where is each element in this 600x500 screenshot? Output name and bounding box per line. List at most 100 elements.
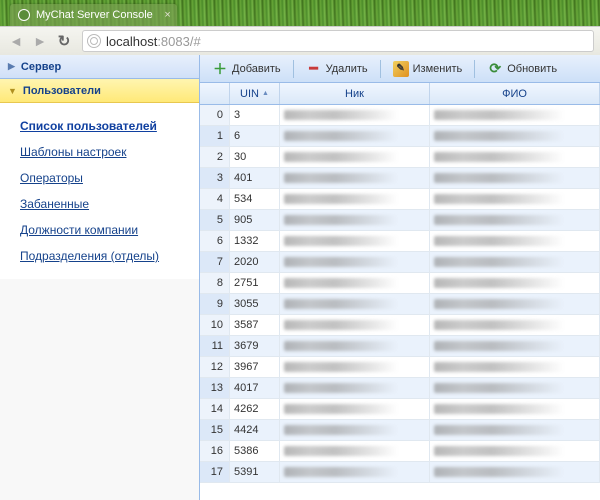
browser-chrome: MyChat Server Console × ◄ ► ↻ localhost:…: [0, 0, 600, 55]
cell-uin: 401: [230, 168, 280, 188]
cell-uin: 6: [230, 126, 280, 146]
cell-nick: [280, 273, 430, 293]
table-row[interactable]: 175391: [200, 462, 600, 483]
cell-uin: 1332: [230, 231, 280, 251]
cell-fio: [430, 231, 600, 251]
grid-header: UIN Ник ФИО: [200, 83, 600, 105]
cell-nick: [280, 189, 430, 209]
cell-fio: [430, 189, 600, 209]
cell-nick: [280, 147, 430, 167]
cell-uin: 5391: [230, 462, 280, 482]
separator: [380, 60, 381, 78]
cell-fio: [430, 420, 600, 440]
cell-fio: [430, 252, 600, 272]
cell-idx: 0: [200, 105, 230, 125]
cell-idx: 14: [200, 399, 230, 419]
close-icon[interactable]: ×: [164, 9, 170, 21]
cell-idx: 4: [200, 189, 230, 209]
plus-icon: ＋: [212, 61, 228, 77]
table-row[interactable]: 61332: [200, 231, 600, 252]
cell-nick: [280, 336, 430, 356]
cell-nick: [280, 357, 430, 377]
sidebar-item[interactable]: Операторы: [18, 165, 195, 191]
cell-nick: [280, 441, 430, 461]
cell-uin: 3587: [230, 315, 280, 335]
cell-fio: [430, 168, 600, 188]
table-row[interactable]: 82751: [200, 273, 600, 294]
table-row[interactable]: 154424: [200, 420, 600, 441]
sidebar-item[interactable]: Список пользователей: [18, 113, 195, 139]
cell-idx: 8: [200, 273, 230, 293]
table-row[interactable]: 103587: [200, 315, 600, 336]
cell-idx: 16: [200, 441, 230, 461]
table-row[interactable]: 03: [200, 105, 600, 126]
table-row[interactable]: 4534: [200, 189, 600, 210]
table-row[interactable]: 134017: [200, 378, 600, 399]
separator: [293, 60, 294, 78]
address-bar[interactable]: localhost:8083/#: [82, 30, 594, 52]
back-button[interactable]: ◄: [6, 31, 26, 51]
cell-idx: 2: [200, 147, 230, 167]
nav-bar: ◄ ► ↻ localhost:8083/#: [0, 26, 600, 55]
table-row[interactable]: 230: [200, 147, 600, 168]
cell-fio: [430, 399, 600, 419]
sidebar-item[interactable]: Шаблоны настроек: [18, 139, 195, 165]
sidebar-item[interactable]: Забаненные: [18, 191, 195, 217]
forward-button[interactable]: ►: [30, 31, 50, 51]
favicon: [18, 9, 30, 21]
cell-fio: [430, 105, 600, 125]
tab-title: MyChat Server Console: [36, 9, 153, 21]
cell-uin: 3679: [230, 336, 280, 356]
table-row[interactable]: 72020: [200, 252, 600, 273]
cell-nick: [280, 252, 430, 272]
cell-uin: 4424: [230, 420, 280, 440]
reload-button[interactable]: ↻: [54, 31, 74, 51]
edit-button[interactable]: ✎ Изменить: [385, 58, 471, 80]
browser-tab[interactable]: MyChat Server Console ×: [10, 4, 177, 26]
col-uin[interactable]: UIN: [230, 83, 280, 104]
cell-idx: 10: [200, 315, 230, 335]
table-row[interactable]: 16: [200, 126, 600, 147]
col-nick[interactable]: Ник: [280, 83, 430, 104]
table-row[interactable]: 165386: [200, 441, 600, 462]
refresh-icon: ⟳: [487, 61, 503, 77]
toolbar: ＋ Добавить ━ Удалить ✎ Изменить ⟳ Обнови…: [200, 55, 600, 83]
chevron-down-icon: ▼: [8, 86, 17, 96]
panel-server[interactable]: ▶ Сервер: [0, 55, 199, 79]
cell-uin: 3: [230, 105, 280, 125]
cell-nick: [280, 126, 430, 146]
cell-fio: [430, 357, 600, 377]
cell-nick: [280, 462, 430, 482]
sidebar-item[interactable]: Подразделения (отделы): [18, 243, 195, 269]
refresh-button[interactable]: ⟳ Обновить: [479, 58, 565, 80]
add-button[interactable]: ＋ Добавить: [204, 58, 289, 80]
grid-body[interactable]: 0316230340145345905613327202082751930551…: [200, 105, 600, 500]
cell-nick: [280, 168, 430, 188]
table-row[interactable]: 144262: [200, 399, 600, 420]
col-rownum[interactable]: [200, 83, 230, 104]
panel-users[interactable]: ▼ Пользователи: [0, 79, 199, 103]
col-fio[interactable]: ФИО: [430, 83, 600, 104]
minus-icon: ━: [306, 61, 322, 77]
table-row[interactable]: 93055: [200, 294, 600, 315]
cell-idx: 5: [200, 210, 230, 230]
delete-button[interactable]: ━ Удалить: [298, 58, 376, 80]
sidebar-item[interactable]: Должности компании: [18, 217, 195, 243]
cell-nick: [280, 294, 430, 314]
cell-nick: [280, 420, 430, 440]
table-row[interactable]: 123967: [200, 357, 600, 378]
panel-users-label: Пользователи: [23, 85, 101, 97]
refresh-label: Обновить: [507, 63, 557, 75]
cell-fio: [430, 315, 600, 335]
cell-uin: 534: [230, 189, 280, 209]
cell-fio: [430, 294, 600, 314]
tab-bar: MyChat Server Console ×: [0, 0, 600, 26]
table-row[interactable]: 113679: [200, 336, 600, 357]
cell-uin: 30: [230, 147, 280, 167]
cell-uin: 905: [230, 210, 280, 230]
site-icon: [87, 34, 101, 48]
cell-fio: [430, 147, 600, 167]
cell-uin: 4262: [230, 399, 280, 419]
table-row[interactable]: 3401: [200, 168, 600, 189]
table-row[interactable]: 5905: [200, 210, 600, 231]
